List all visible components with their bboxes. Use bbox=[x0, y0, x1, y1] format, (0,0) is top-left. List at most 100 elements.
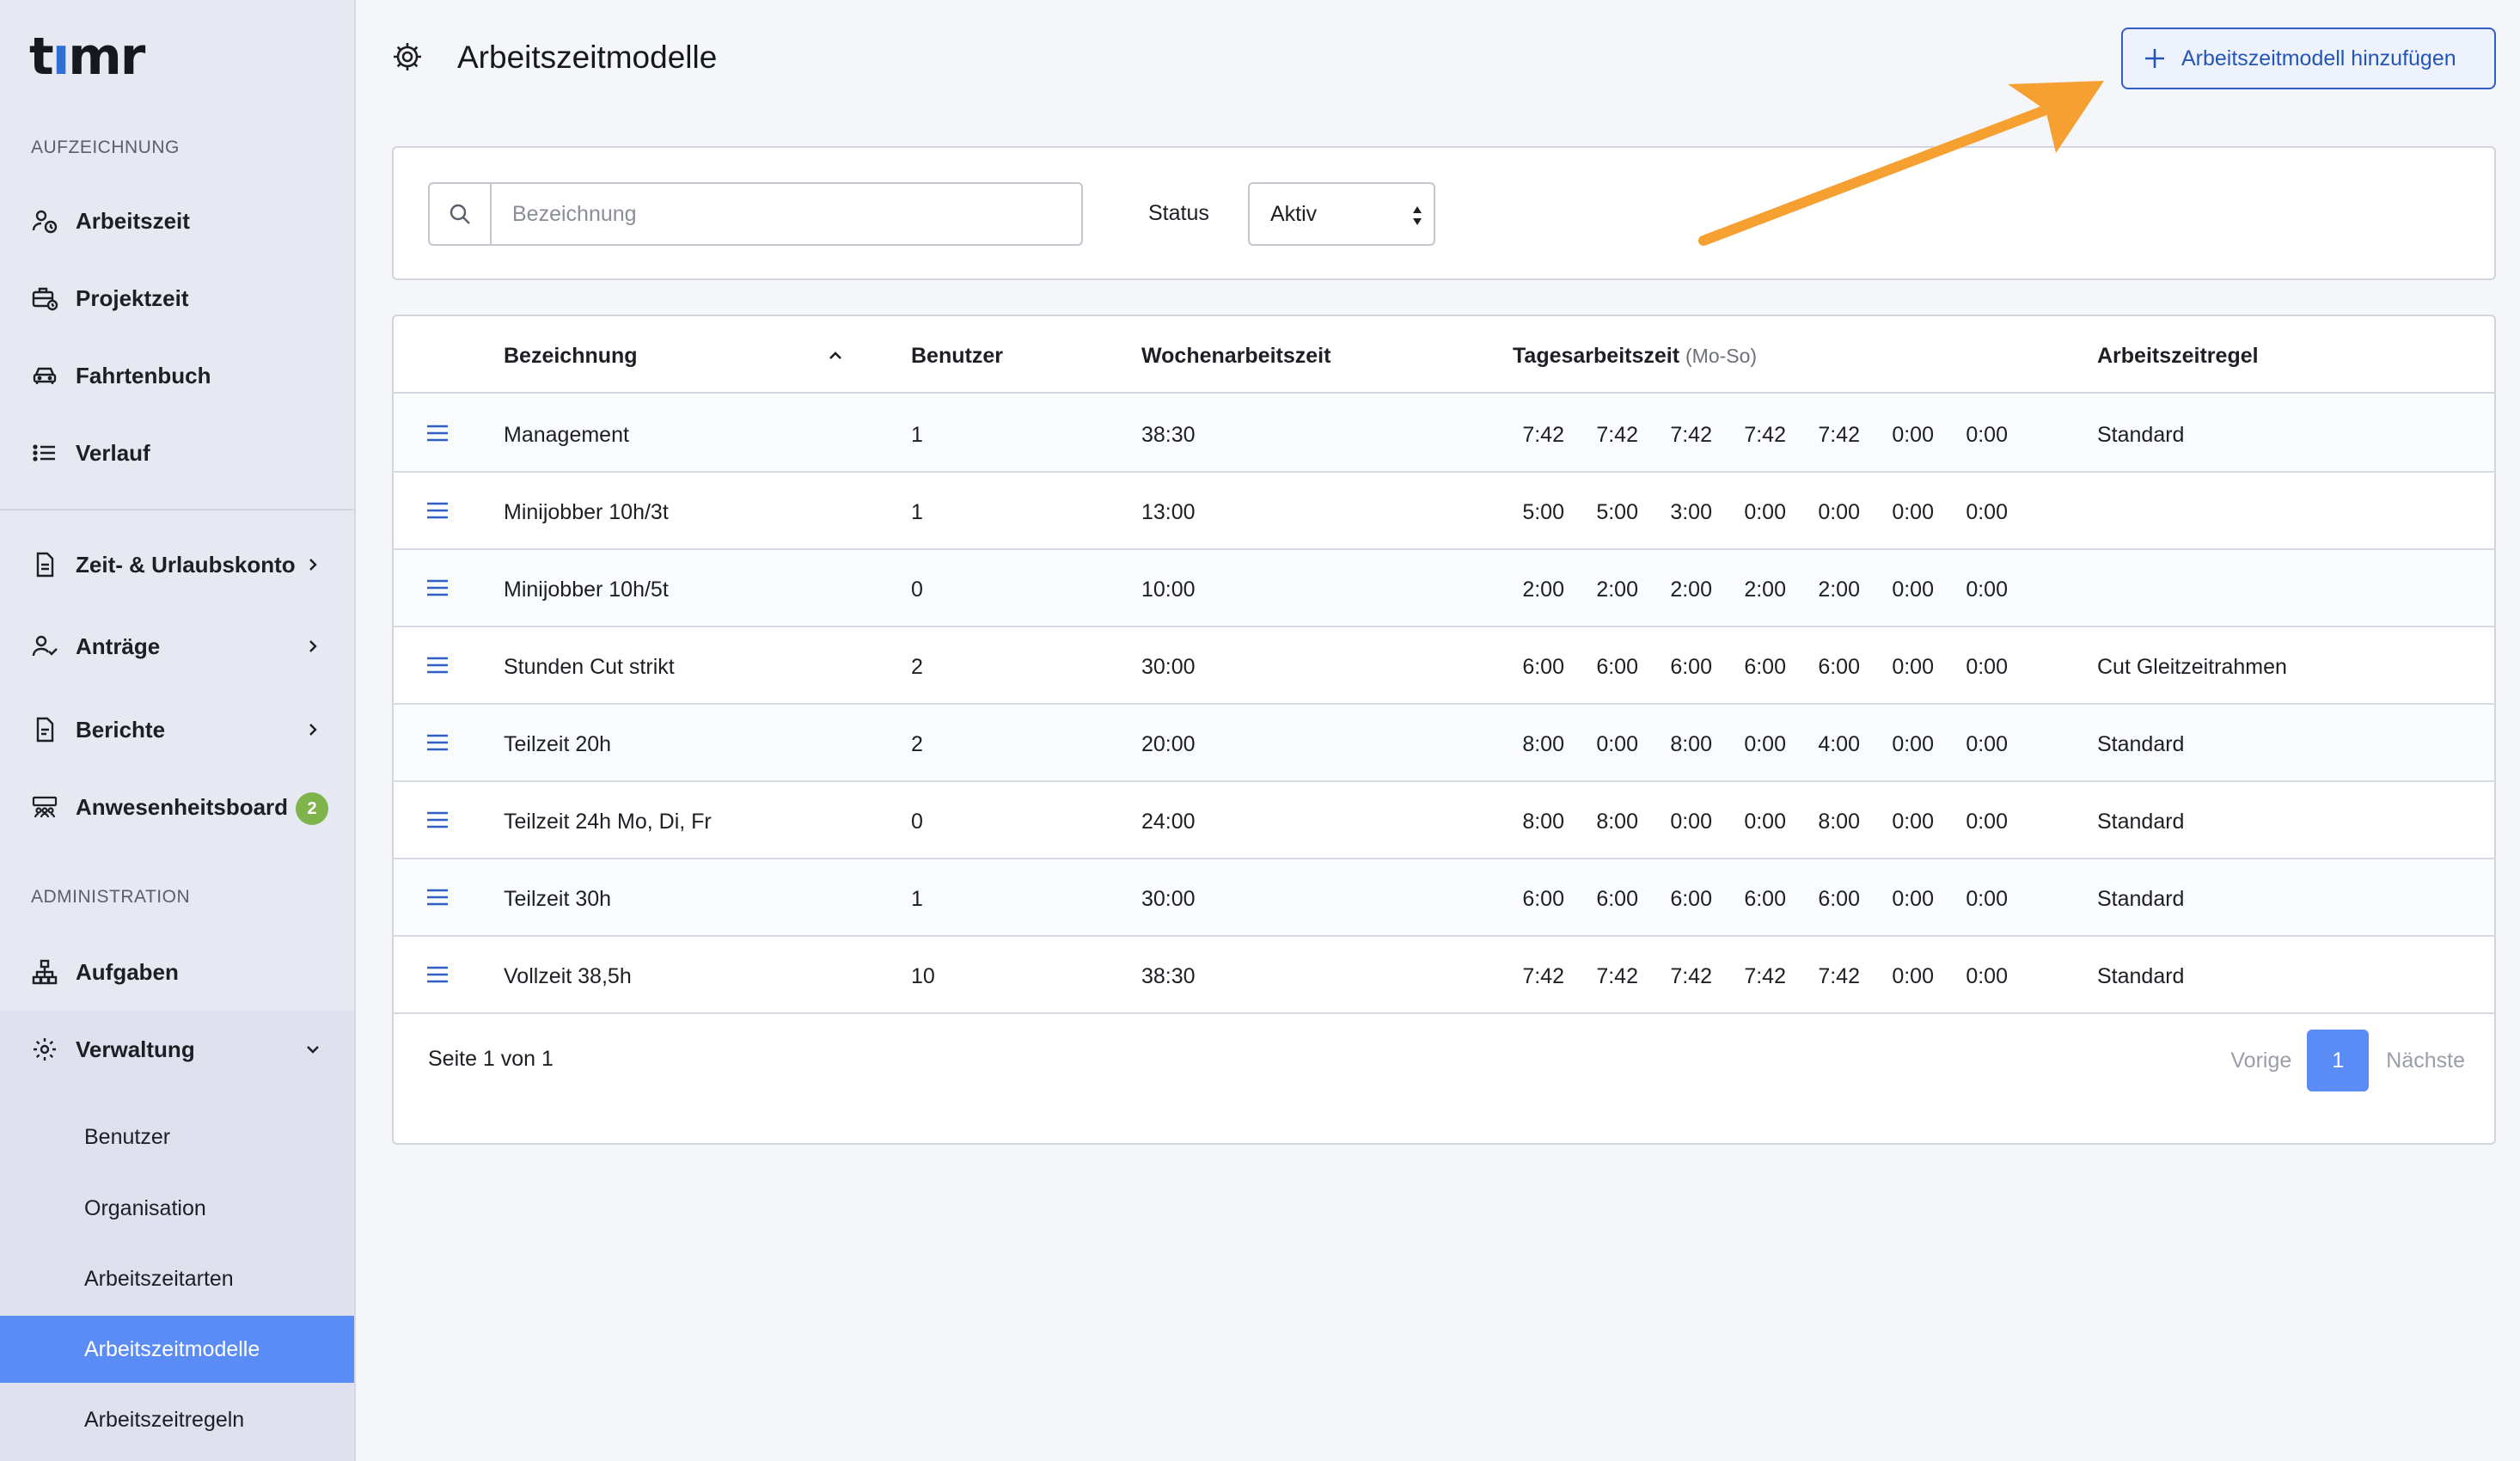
cell-day: 6:00 bbox=[1744, 887, 1786, 911]
status-select-value: Aktiv bbox=[1270, 201, 1318, 226]
people-board-icon bbox=[31, 793, 58, 821]
sidebar-item-arbeitszeit[interactable]: Arbeitszeit bbox=[0, 191, 354, 251]
sidebar-item-label: Projektzeit bbox=[76, 284, 189, 311]
menu-icon[interactable] bbox=[426, 733, 449, 752]
cell-bezeichnung: Teilzeit 30h bbox=[504, 887, 612, 911]
timr-logo[interactable]: tımr bbox=[29, 31, 145, 83]
cell-day: 0:00 bbox=[1818, 500, 1860, 524]
table-card: Bezeichnung Benutzer Wochenarbeitszeit T… bbox=[392, 315, 2496, 1145]
sidebar-item-aufgaben[interactable]: Aufgaben bbox=[0, 942, 354, 1002]
cell-day: 0:00 bbox=[1966, 732, 2008, 756]
menu-icon[interactable] bbox=[426, 888, 449, 907]
table-row[interactable]: Stunden Cut strikt 2 30:00 6:00 6:00 6:00 6:00… bbox=[394, 627, 2494, 705]
pagination-prev[interactable]: Vorige bbox=[2230, 1048, 2291, 1073]
chevron-right-icon bbox=[309, 724, 317, 736]
cell-day: 6:00 bbox=[1522, 887, 1564, 911]
cell-day: 0:00 bbox=[1892, 887, 1934, 911]
cell-wochenarbeitszeit: 30:00 bbox=[1141, 655, 1196, 679]
cell-day: 0:00 bbox=[1892, 578, 1934, 602]
cell-day: 5:00 bbox=[1522, 500, 1564, 524]
car-icon bbox=[31, 362, 58, 389]
menu-icon[interactable] bbox=[426, 810, 449, 829]
cell-day: 7:42 bbox=[1522, 423, 1564, 447]
table-row[interactable]: Minijobber 10h/5t 0 10:00 2:00 2:00 2:00 2:00 2… bbox=[394, 550, 2494, 627]
sort-ascending-icon[interactable] bbox=[827, 347, 844, 363]
sidebar: tımr AUFZEICHNUNG Arbeitszeit Projektzei… bbox=[0, 0, 356, 1461]
page-title: Arbeitszeitmodelle bbox=[457, 40, 718, 75]
select-arrows-icon bbox=[1413, 206, 1422, 225]
sidebar-subitem-arbeitszeitarten[interactable]: Arbeitszeitarten bbox=[0, 1245, 354, 1312]
sidebar-item-anwesenheitsboard[interactable]: Anwesenheitsboard 2 bbox=[0, 777, 354, 837]
sidebar-item-berichte[interactable]: Berichte bbox=[0, 700, 354, 760]
menu-icon[interactable] bbox=[426, 656, 449, 675]
pagination: Vorige 1 Nächste bbox=[2230, 1030, 2465, 1091]
cell-day: 7:42 bbox=[1596, 423, 1638, 447]
cell-day: 5:00 bbox=[1596, 500, 1638, 524]
menu-icon[interactable] bbox=[426, 965, 449, 984]
briefcase-clock-icon bbox=[31, 284, 58, 312]
cell-wochenarbeitszeit: 20:00 bbox=[1141, 732, 1196, 756]
cell-day: 2:00 bbox=[1522, 578, 1564, 602]
table-row[interactable]: Minijobber 10h/3t 1 13:00 5:00 5:00 3:00 0:00 0… bbox=[394, 473, 2494, 550]
menu-icon[interactable] bbox=[426, 501, 449, 520]
section-label-admin: ADMINISTRATION bbox=[31, 887, 191, 907]
column-header-arbeitszeitregel: Arbeitszeitregel bbox=[2097, 344, 2259, 368]
menu-icon[interactable] bbox=[426, 424, 449, 443]
sidebar-item-label: Verwaltung bbox=[76, 1036, 195, 1062]
section-label-recording: AUFZEICHNUNG bbox=[31, 138, 180, 157]
cell-benutzer: 0 bbox=[911, 578, 923, 602]
cell-day: 0:00 bbox=[1744, 500, 1786, 524]
sidebar-item-fahrtenbuch[interactable]: Fahrtenbuch bbox=[0, 345, 354, 406]
cell-day: 6:00 bbox=[1670, 655, 1712, 679]
cell-benutzer: 2 bbox=[911, 655, 923, 679]
annotation-arrow bbox=[1698, 81, 2104, 246]
table-row[interactable]: Teilzeit 20h 2 20:00 8:00 0:00 8:00 0:00 4:00 0:… bbox=[394, 705, 2494, 782]
cell-day: 7:42 bbox=[1744, 964, 1786, 988]
search-box bbox=[428, 182, 1083, 246]
cell-day: 0:00 bbox=[1892, 810, 1934, 834]
pagination-next[interactable]: Nächste bbox=[2386, 1048, 2465, 1073]
table-row[interactable]: Vollzeit 38,5h 10 38:30 7:42 7:42 7:42 7:42 7:4… bbox=[394, 937, 2494, 1014]
sidebar-item-projektzeit[interactable]: Projektzeit bbox=[0, 268, 354, 328]
sidebar-item-verlauf[interactable]: Verlauf bbox=[0, 423, 354, 483]
cell-benutzer: 1 bbox=[911, 887, 923, 911]
cell-day: 3:00 bbox=[1670, 500, 1712, 524]
cell-wochenarbeitszeit: 10:00 bbox=[1141, 578, 1196, 602]
table-row[interactable]: Teilzeit 30h 1 30:00 6:00 6:00 6:00 6:00 6:00 0:… bbox=[394, 859, 2494, 937]
table-header: Bezeichnung Benutzer Wochenarbeitszeit T… bbox=[394, 316, 2494, 394]
add-arbeitszeitmodell-button[interactable]: Arbeitszeitmodell hinzufügen bbox=[2121, 28, 2496, 89]
cell-day: 6:00 bbox=[1818, 655, 1860, 679]
sidebar-item-antraege[interactable]: Anträge bbox=[0, 616, 354, 676]
menu-icon[interactable] bbox=[426, 578, 449, 597]
cell-wochenarbeitszeit: 24:00 bbox=[1141, 810, 1196, 834]
table-row[interactable]: Teilzeit 24h Mo, Di, Fr 0 24:00 8:00 8:00 0:0… bbox=[394, 782, 2494, 859]
sidebar-item-verwaltung[interactable]: Verwaltung bbox=[0, 1019, 354, 1079]
cell-wochenarbeitszeit: 38:30 bbox=[1141, 423, 1196, 447]
cell-day: 0:00 bbox=[1670, 810, 1712, 834]
sidebar-item-zeit-urlaubskonto[interactable]: Zeit- & Urlaubskonto bbox=[0, 535, 354, 595]
cell-benutzer: 0 bbox=[911, 810, 923, 834]
notification-badge: 2 bbox=[296, 792, 328, 825]
cell-day: 7:42 bbox=[1818, 964, 1860, 988]
column-header-bezeichnung[interactable]: Bezeichnung bbox=[504, 344, 638, 369]
sidebar-subitem-organisation[interactable]: Organisation bbox=[0, 1175, 354, 1242]
cell-day: 6:00 bbox=[1744, 655, 1786, 679]
filter-card: Status Aktiv bbox=[392, 146, 2496, 280]
cell-day: 0:00 bbox=[1744, 732, 1786, 756]
status-select[interactable]: Aktiv bbox=[1248, 182, 1435, 246]
cell-day: 0:00 bbox=[1596, 732, 1638, 756]
cell-arbeitszeitregel: Cut Gleitzeitrahmen bbox=[2097, 655, 2287, 679]
sidebar-subitem-benutzer[interactable]: Benutzer bbox=[0, 1103, 354, 1171]
column-header-benutzer: Benutzer bbox=[911, 344, 1003, 368]
cell-day: 8:00 bbox=[1522, 732, 1564, 756]
sidebar-subitem-arbeitszeitregeln[interactable]: Arbeitszeitregeln bbox=[0, 1386, 354, 1453]
table-row[interactable]: Management 1 38:30 7:42 7:42 7:42 7:42 7:42 0:00… bbox=[394, 395, 2494, 473]
cell-day: 2:00 bbox=[1670, 578, 1712, 602]
cell-bezeichnung: Minijobber 10h/5t bbox=[504, 578, 669, 602]
sidebar-subitem-arbeitszeitmodelle[interactable]: Arbeitszeitmodelle bbox=[0, 1316, 354, 1383]
search-input[interactable] bbox=[492, 184, 1081, 244]
cell-bezeichnung: Teilzeit 24h Mo, Di, Fr bbox=[504, 810, 712, 834]
cell-day: 2:00 bbox=[1818, 578, 1860, 602]
cell-wochenarbeitszeit: 13:00 bbox=[1141, 500, 1196, 524]
pagination-page-1[interactable]: 1 bbox=[2307, 1030, 2370, 1091]
